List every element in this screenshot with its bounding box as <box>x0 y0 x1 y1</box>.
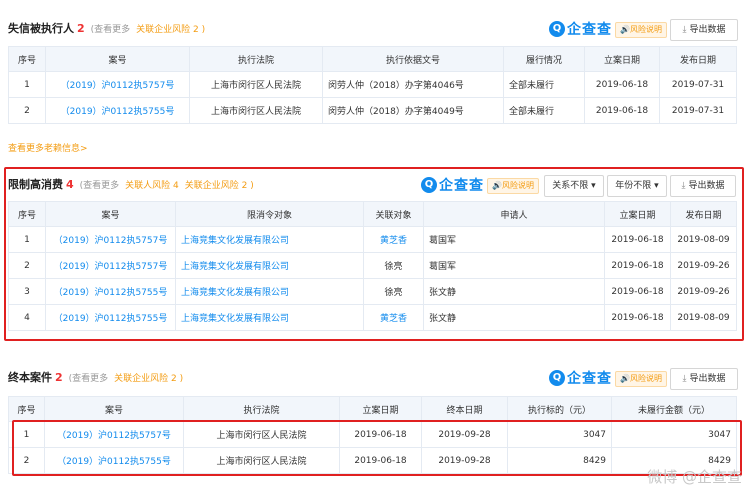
risk-info-tag[interactable]: 🔊风险说明 <box>615 371 667 387</box>
filing-date: 2019-06-18 <box>339 421 422 448</box>
brand-logo: Q 企查查 <box>549 369 612 387</box>
row-index: 2 <box>8 447 45 474</box>
column-header: 执行法院 <box>183 396 340 422</box>
column-header: 案号 <box>44 396 184 422</box>
execution-amount: 3047 <box>507 421 612 448</box>
unpaid-amount: 3047 <box>611 421 737 448</box>
section-header: 终本案件 2 (查看更多 关联企业风险 2 ) Q 企查查 🔊风险说明 ⤓ 导出数据 <box>0 364 750 392</box>
speaker-icon: 🔊 <box>620 374 630 383</box>
execution-amount: 8429 <box>507 447 612 474</box>
filing-date: 2019-06-18 <box>339 447 422 474</box>
case-number-link[interactable]: （2019）沪0112执5755号 <box>57 457 171 467</box>
terminated-cases-table: 序号 案号 执行法院 立案日期 终本日期 执行标的（元） 未履行金额（元） 1 （2019）沪… <box>8 396 737 474</box>
court: 上海市闵行区人民法院 <box>183 447 340 474</box>
export-button[interactable]: ⤓ 导出数据 <box>670 368 738 390</box>
title-text: 终本案件 <box>8 371 52 384</box>
column-header: 终本日期 <box>421 396 508 422</box>
column-header: 未履行金额（元） <box>611 396 737 422</box>
qichacha-icon: Q <box>549 370 565 386</box>
column-header: 执行标的（元） <box>507 396 612 422</box>
court: 上海市闵行区人民法院 <box>183 421 340 448</box>
case-number: （2019）沪0112执5755号 <box>44 447 184 474</box>
count-badge: 2 <box>55 371 63 384</box>
view-more-link[interactable]: (查看更多 <box>69 374 109 384</box>
case-number-link[interactable]: （2019）沪0112执5757号 <box>57 431 171 441</box>
watermark: 微博 @企查查 <box>647 468 742 486</box>
download-icon: ⤓ <box>682 374 687 384</box>
case-number: （2019）沪0112执5757号 <box>44 421 184 448</box>
related-risk-link[interactable]: 关联企业风险 2 ) <box>114 374 183 384</box>
termination-date: 2019-09-28 <box>421 447 508 474</box>
section-terminated-cases: 终本案件 2 (查看更多 关联企业风险 2 ) Q 企查查 🔊风险说明 ⤓ 导出数据 序号… <box>0 0 750 491</box>
table-row: 2 （2019）沪0112执5755号 上海市闵行区人民法院 2019-06-18 20… <box>8 447 737 474</box>
termination-date: 2019-09-28 <box>421 421 508 448</box>
section-title: 终本案件 2 (查看更多 关联企业风险 2 ) <box>8 364 183 393</box>
column-header: 序号 <box>8 396 45 422</box>
column-header: 立案日期 <box>339 396 422 422</box>
table-header-row: 序号 案号 执行法院 立案日期 终本日期 执行标的（元） 未履行金额（元） <box>8 396 737 422</box>
table-row: 1 （2019）沪0112执5757号 上海市闵行区人民法院 2019-06-18 20… <box>8 421 737 448</box>
row-index: 1 <box>8 421 45 448</box>
